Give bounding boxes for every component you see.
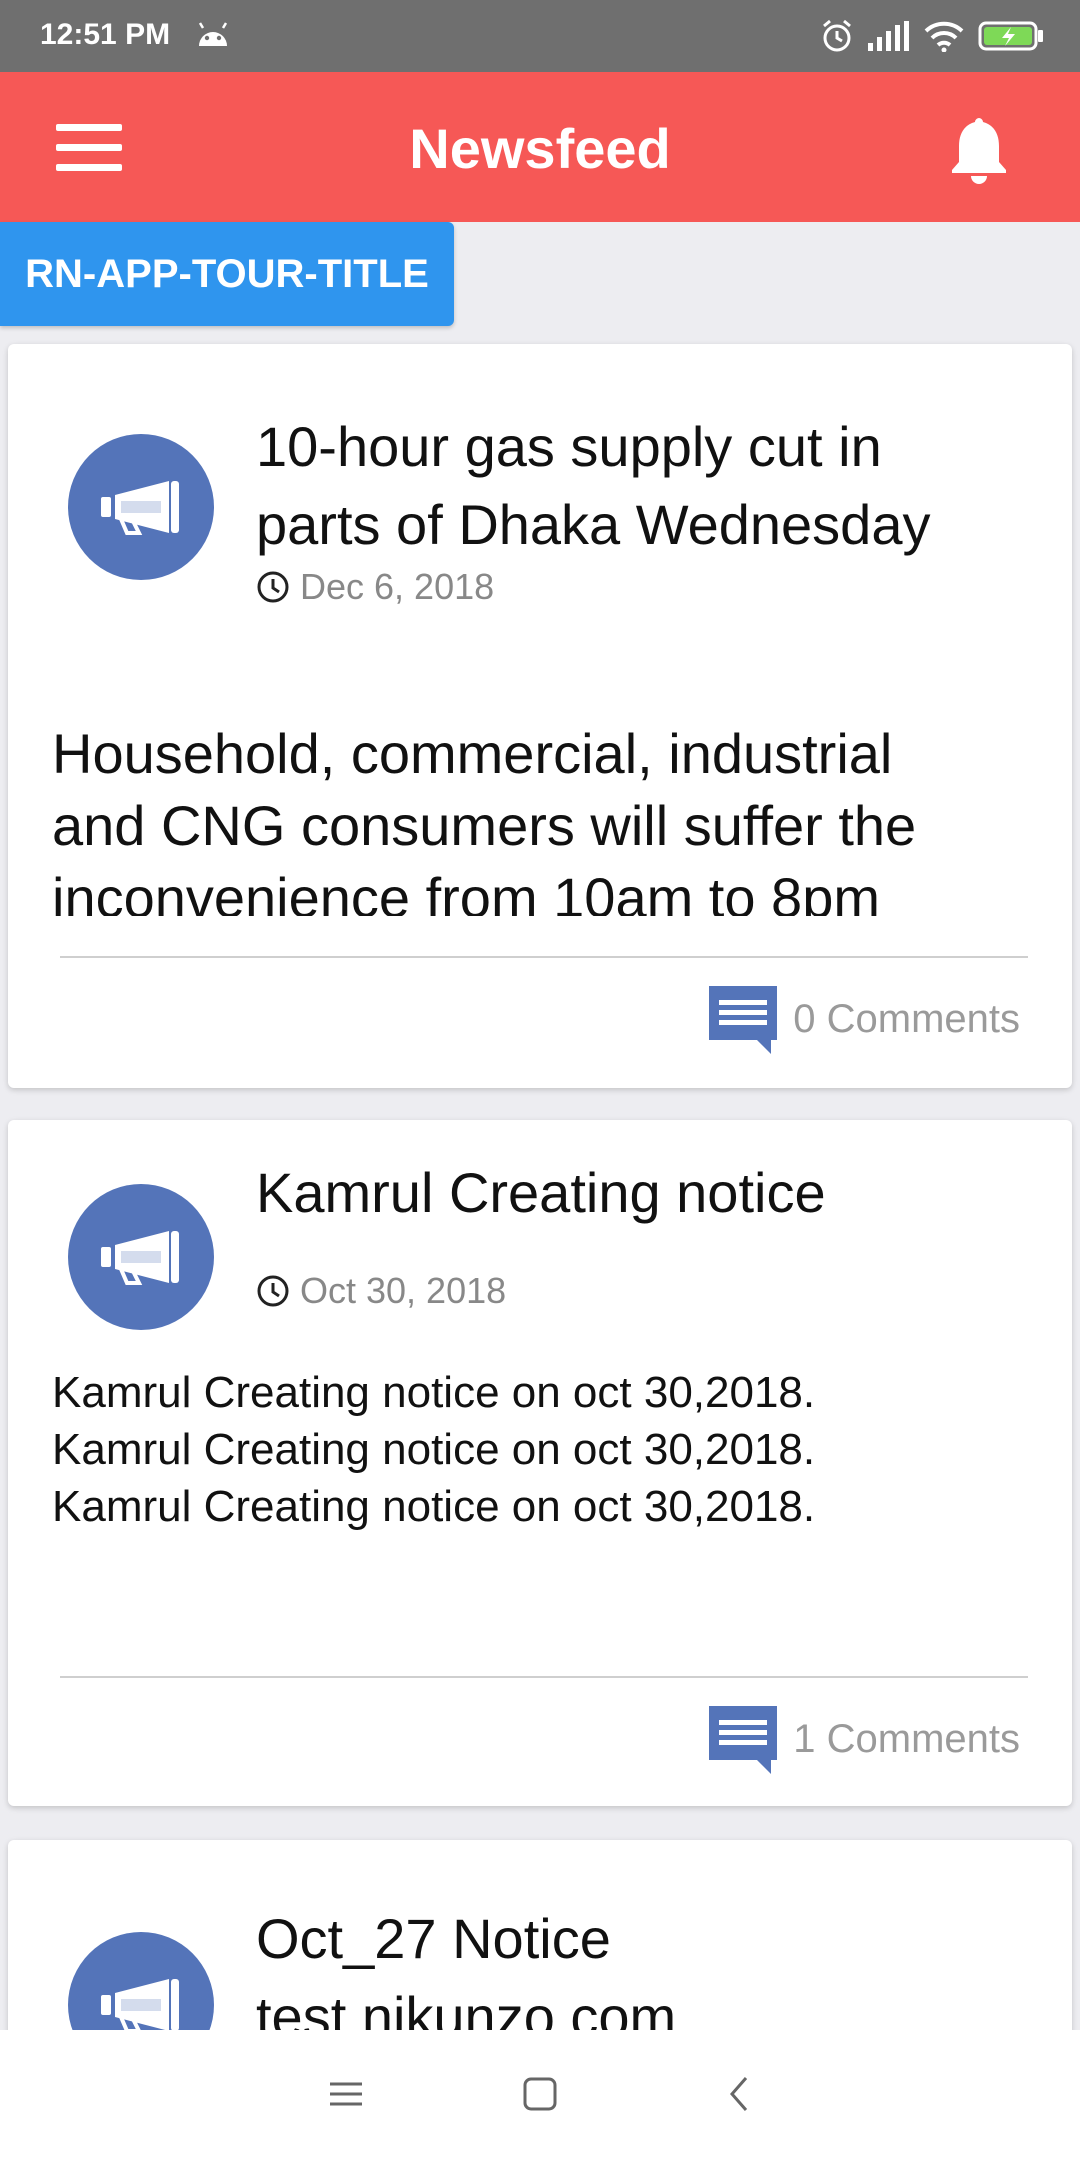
news-card[interactable]: Kamrul Creating notice Oct 30, 2018 Kamr… [8,1120,1072,1806]
app-tour-badge[interactable]: RN-APP-TOUR-TITLE [0,222,454,326]
comments-link[interactable]: 0 Comments [707,984,1020,1054]
status-bar: 12:51 PM [0,0,1080,72]
recents-icon[interactable] [322,2070,370,2118]
back-icon[interactable] [716,2070,764,2118]
signal-icon [868,21,909,51]
news-body: Kamrul Creating notice on oct 30,2018. K… [52,1368,816,1531]
clock-icon [257,1275,289,1307]
alarm-icon [823,19,851,52]
bell-icon[interactable] [946,114,1012,186]
news-date: Oct 30, 2018 [256,1270,506,1312]
megaphone-icon [101,1979,179,2033]
android-icon [198,22,228,46]
news-card[interactable]: 10-hour gas supply cut in parts of Dhaka… [8,344,1072,1088]
megaphone-icon [101,1231,179,1285]
card-divider [60,956,1028,958]
comment-icon [709,986,778,1054]
card-divider [60,1676,1028,1678]
news-date: Dec 6, 2018 [256,566,494,608]
app-bar: Newsfeed [0,72,1080,222]
news-title[interactable]: Kamrul Creating notice [256,1154,1036,1232]
wifi-icon [924,21,964,52]
news-body: Household, commercial, industrial and CN… [52,722,917,916]
megaphone-avatar [68,1184,214,1330]
megaphone-icon [101,481,179,535]
battery-charging-icon [978,21,1043,51]
clock-icon [257,571,289,603]
status-time: 12:51 PM [40,18,171,51]
home-icon[interactable] [516,2070,564,2118]
system-nav-bar [0,2030,1080,2160]
page-title: Newsfeed [409,117,671,180]
comments-link[interactable]: 1 Comments [707,1704,1020,1774]
news-title[interactable]: 10-hour gas supply cut in parts of Dhaka… [256,408,1036,564]
megaphone-avatar [68,434,214,580]
comment-icon [709,1706,778,1774]
